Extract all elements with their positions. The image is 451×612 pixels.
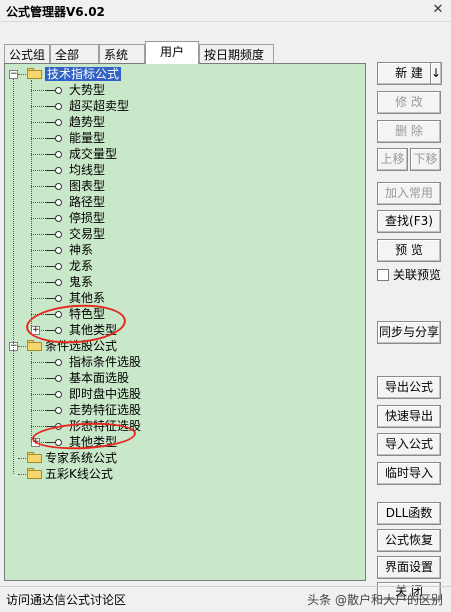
tree-item[interactable]: 图表型 [69, 178, 105, 194]
formula-leaf-icon [46, 214, 62, 222]
import-formula-button[interactable]: 导入公式 [377, 433, 441, 456]
tree-item[interactable]: 指标条件选股 [69, 354, 141, 370]
new-button-label: 新 建 [395, 66, 423, 80]
tree-item[interactable]: 超买超卖型 [69, 98, 129, 114]
export-formula-button[interactable]: 导出公式 [377, 376, 441, 399]
link-preview-label: 关联预览 [393, 268, 442, 282]
tree-item[interactable]: 成交量型 [69, 146, 117, 162]
status-bar: 访问通达信公式讨论区 头条 @散户和大户的区别 [0, 586, 451, 612]
tree-connector [13, 79, 14, 474]
folder-icon [27, 68, 42, 79]
formula-leaf-icon [46, 294, 62, 302]
tree-connector [18, 74, 26, 75]
tab-system[interactable]: 系统 [99, 44, 145, 64]
quick-export-button[interactable]: 快速导出 [377, 405, 441, 428]
formula-leaf-icon [46, 150, 62, 158]
formula-leaf-icon [46, 166, 62, 174]
modify-button[interactable]: 修 改 [377, 91, 441, 114]
tree-item[interactable]: 均线型 [69, 162, 105, 178]
formula-leaf-icon [46, 198, 62, 206]
dll-function-button[interactable]: DLL函数 [377, 502, 441, 525]
tree-item[interactable]: 龙系 [69, 258, 93, 274]
tab-user[interactable]: 用户 [145, 41, 199, 64]
tree-item[interactable]: 走势特征选股 [69, 402, 141, 418]
tree-item[interactable]: 停损型 [69, 210, 105, 226]
tree-connector [18, 458, 26, 459]
formula-leaf-icon [46, 262, 62, 270]
folder-icon [27, 340, 42, 351]
tree-item[interactable]: 其他系 [69, 290, 105, 306]
tree-group-3[interactable]: 五彩K线公式 [45, 466, 113, 482]
formula-leaf-icon [46, 406, 62, 414]
formula-leaf-icon [46, 118, 62, 126]
link-preview-checkbox[interactable] [377, 269, 389, 281]
folder-icon [27, 452, 42, 463]
formula-leaf-icon [46, 86, 62, 94]
add-common-button[interactable]: 加入常用 [377, 182, 441, 205]
tree-item[interactable]: 即时盘中选股 [69, 386, 141, 402]
tree-item[interactable]: 基本面选股 [69, 370, 129, 386]
delete-button[interactable]: 删 除 [377, 120, 441, 143]
tree-connector [31, 352, 32, 442]
move-down-button[interactable]: 下移 [410, 148, 441, 171]
folder-icon [27, 468, 42, 479]
window-title: 公式管理器V6.02 [6, 5, 105, 19]
preview-button[interactable]: 预 览 [377, 239, 441, 262]
close-icon[interactable]: ✕ [429, 2, 447, 19]
restore-formula-button[interactable]: 公式恢复 [377, 529, 441, 552]
find-button[interactable]: 查找(F3) [377, 210, 441, 233]
tree-item[interactable]: 交易型 [69, 226, 105, 242]
tree-group-label: 技术指标公式 [45, 67, 122, 81]
ui-settings-button[interactable]: 界面设置 [377, 556, 441, 579]
formula-leaf-icon [46, 246, 62, 254]
tree-connector [18, 474, 26, 475]
tree-item[interactable]: 神系 [69, 242, 93, 258]
formula-leaf-icon [46, 230, 62, 238]
formula-leaf-icon [46, 278, 62, 286]
formula-leaf-icon [46, 102, 62, 110]
tree-item[interactable]: 大势型 [69, 82, 105, 98]
tree-expander-icon[interactable]: − [9, 70, 18, 79]
tree-item[interactable]: 能量型 [69, 130, 105, 146]
tree-connector [18, 346, 26, 347]
formula-leaf-icon [46, 374, 62, 382]
title-bar: 公式管理器V6.02 ✕ [0, 0, 451, 22]
sync-share-button[interactable]: 同步与分享 [377, 321, 441, 344]
forum-link[interactable]: 访问通达信公式讨论区 [6, 591, 126, 608]
tab-by-date-frequency[interactable]: 按日期频度 [199, 44, 274, 64]
tree-group-0[interactable]: 技术指标公式 [45, 66, 122, 82]
new-dropdown-icon[interactable]: ↓ [430, 62, 442, 85]
tree-connector [31, 80, 32, 330]
formula-leaf-icon [46, 182, 62, 190]
tree-item[interactable]: 鬼系 [69, 274, 93, 290]
tree-group-2[interactable]: 专家系统公式 [45, 450, 117, 466]
temp-import-button[interactable]: 临时导入 [377, 462, 441, 485]
move-up-button[interactable]: 上移 [377, 148, 408, 171]
formula-leaf-icon [46, 358, 62, 366]
formula-leaf-icon [46, 390, 62, 398]
tree-group-label: 专家系统公式 [45, 451, 118, 465]
watermark: 头条 @散户和大户的区别 [307, 593, 443, 607]
tree-item[interactable]: 路径型 [69, 194, 105, 210]
tree-group-label: 五彩K线公式 [45, 467, 113, 481]
tab-all[interactable]: 全部 [50, 44, 99, 64]
tree-item[interactable]: 趋势型 [69, 114, 105, 130]
tab-formula-group[interactable]: 公式组 [4, 44, 50, 64]
formula-leaf-icon [46, 134, 62, 142]
